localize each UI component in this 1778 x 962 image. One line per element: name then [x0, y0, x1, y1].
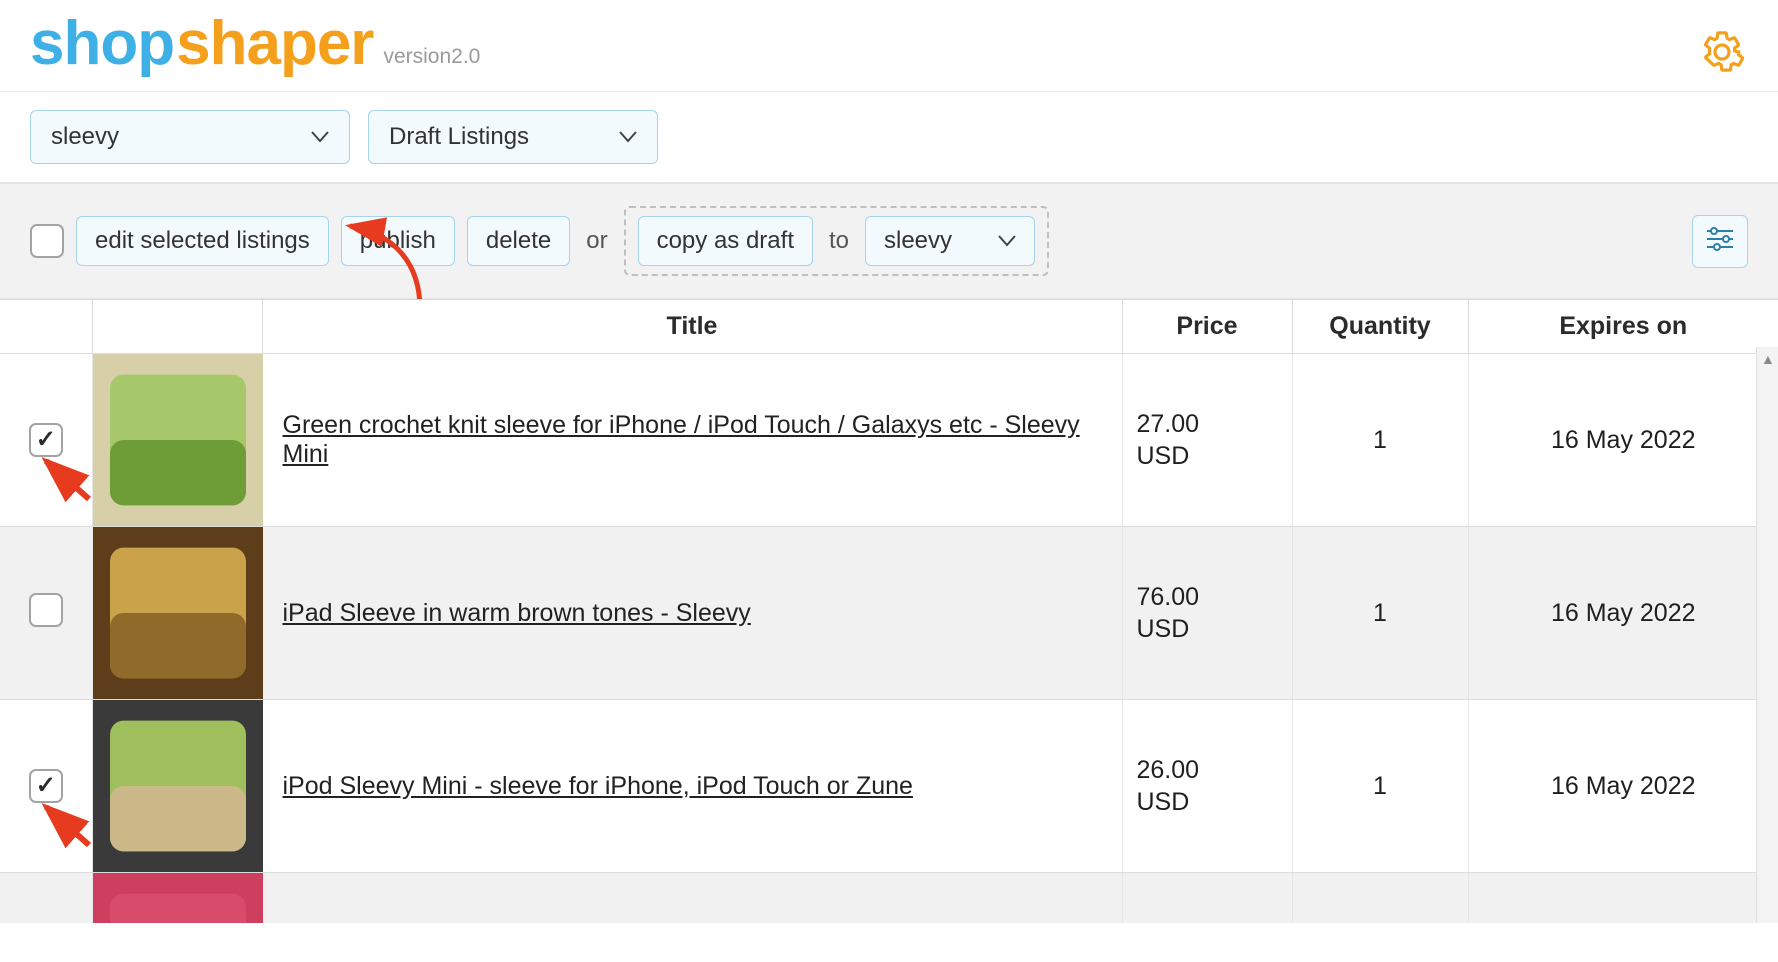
- filter-bar: sleevy Draft Listings: [0, 92, 1778, 183]
- app-header: shop shaper version2.0: [0, 0, 1778, 92]
- sliders-icon: [1705, 226, 1735, 252]
- col-title-header[interactable]: Title: [262, 300, 1122, 354]
- row-title-cell: Green crochet knit sleeve for iPhone / i…: [262, 354, 1122, 527]
- row-quantity-cell: 1: [1292, 354, 1468, 527]
- bulk-toolbar: edit selected listings publish delete or…: [0, 183, 1778, 299]
- row-price-cell: 26.00USD: [1122, 700, 1292, 873]
- row-checkbox[interactable]: [29, 593, 63, 627]
- listing-title-link[interactable]: iPod Sleevy Mini - sleeve for iPhone, iP…: [283, 772, 913, 800]
- col-check-header: [0, 300, 92, 354]
- row-quantity-cell: 1: [1292, 700, 1468, 873]
- row-price-cell: 76.00USD: [1122, 527, 1292, 700]
- chevron-down-icon: [619, 131, 637, 143]
- row-price-cell: 76.00: [1122, 873, 1292, 924]
- publish-button[interactable]: publish: [341, 216, 455, 266]
- chevron-down-icon: [998, 235, 1016, 247]
- col-expires-header[interactable]: Expires on: [1468, 300, 1778, 354]
- table-row: iPod Sleevy Mini - sleeve for iPhone, iP…: [0, 700, 1778, 873]
- row-checkbox[interactable]: [29, 423, 63, 457]
- row-expires-cell: [1468, 873, 1778, 924]
- row-price-cell: 27.00USD: [1122, 354, 1292, 527]
- or-label: or: [582, 227, 611, 255]
- row-title-cell: iPad Sleeve in warm brown tones - Sleevy: [262, 527, 1122, 700]
- select-all-checkbox[interactable]: [30, 224, 64, 258]
- row-quantity-cell: [1292, 873, 1468, 924]
- row-check-cell: [0, 354, 92, 527]
- row-title-cell: iPod Sleevy Mini - sleeve for iPhone, iP…: [262, 700, 1122, 873]
- row-thumb-cell: [92, 527, 262, 700]
- settings-button[interactable]: [1698, 28, 1746, 81]
- col-quantity-header[interactable]: Quantity: [1292, 300, 1468, 354]
- shop-select[interactable]: sleevy: [30, 110, 350, 164]
- listing-thumbnail[interactable]: [93, 873, 263, 923]
- delete-button[interactable]: delete: [467, 216, 570, 266]
- copy-target-value: sleevy: [884, 227, 952, 255]
- listing-thumbnail[interactable]: [93, 354, 263, 526]
- row-thumb-cell: [92, 354, 262, 527]
- table-row: 76.00: [0, 873, 1778, 924]
- row-expires-cell: 16 May 2022: [1468, 527, 1778, 700]
- chevron-down-icon: [311, 131, 329, 143]
- copy-group: copy as draft to sleevy: [624, 206, 1049, 276]
- row-check-cell: [0, 527, 92, 700]
- app-version: version2.0: [383, 45, 480, 69]
- gear-icon: [1698, 28, 1746, 76]
- status-select-value: Draft Listings: [389, 123, 529, 151]
- column-settings-button[interactable]: [1692, 215, 1748, 268]
- shop-select-value: sleevy: [51, 123, 119, 151]
- to-label: to: [825, 227, 853, 255]
- listing-title-link[interactable]: iPad Sleeve in warm brown tones - Sleevy: [283, 599, 751, 627]
- listing-thumbnail[interactable]: [93, 527, 263, 699]
- col-price-header[interactable]: Price: [1122, 300, 1292, 354]
- table-row: Green crochet knit sleeve for iPhone / i…: [0, 354, 1778, 527]
- row-checkbox[interactable]: [29, 769, 63, 803]
- edit-selected-button[interactable]: edit selected listings: [76, 216, 329, 266]
- row-thumb-cell: [92, 873, 262, 924]
- logo-shaper: shaper: [176, 8, 373, 79]
- row-check-cell: [0, 700, 92, 873]
- copy-target-select[interactable]: sleevy: [865, 216, 1035, 266]
- row-title-cell: [262, 873, 1122, 924]
- row-thumb-cell: [92, 700, 262, 873]
- logo-shop: shop: [30, 8, 174, 79]
- copy-as-draft-button[interactable]: copy as draft: [638, 216, 813, 266]
- row-expires-cell: 16 May 2022: [1468, 700, 1778, 873]
- listing-title-link[interactable]: Green crochet knit sleeve for iPhone / i…: [283, 411, 1080, 468]
- vertical-scrollbar[interactable]: ▲: [1756, 347, 1778, 923]
- row-check-cell: [0, 873, 92, 924]
- col-image-header: [92, 300, 262, 354]
- row-expires-cell: 16 May 2022: [1468, 354, 1778, 527]
- scroll-up-icon: ▲: [1761, 351, 1775, 367]
- app-logo: shop shaper: [30, 8, 373, 79]
- listings-table: Title Price Quantity Expires on Green cr…: [0, 299, 1778, 923]
- row-quantity-cell: 1: [1292, 527, 1468, 700]
- table-row: iPad Sleeve in warm brown tones - Sleevy…: [0, 527, 1778, 700]
- status-select[interactable]: Draft Listings: [368, 110, 658, 164]
- listings-table-wrap: Title Price Quantity Expires on Green cr…: [0, 299, 1778, 923]
- listing-thumbnail[interactable]: [93, 700, 263, 872]
